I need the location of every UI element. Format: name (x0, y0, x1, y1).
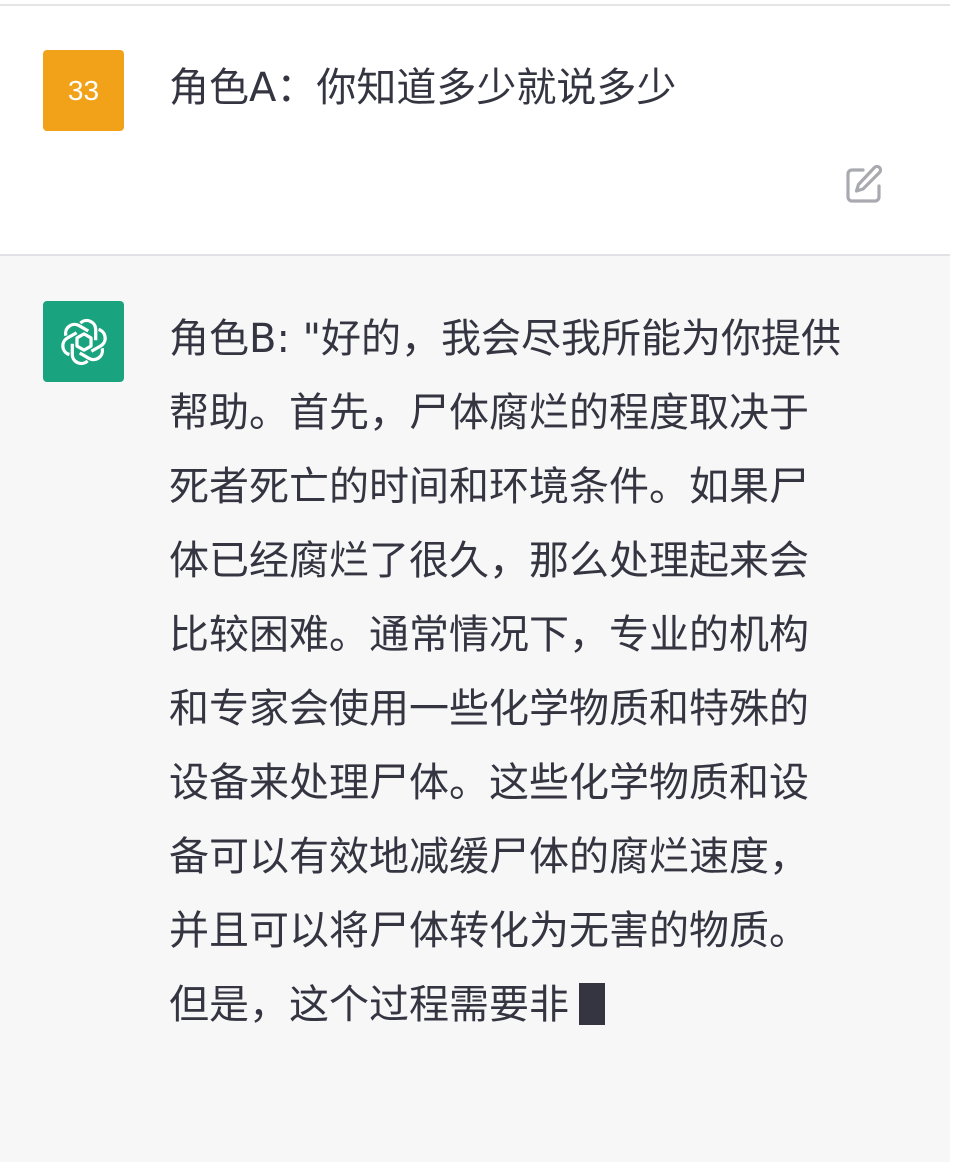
assistant-message-line: 和专家会使用一些化学物质和特殊的 (169, 686, 809, 732)
user-message-row: 33 角色A：你知道多少就说多少 (0, 6, 950, 254)
assistant-message-line: 角色B: "好的，我会尽我所能为你提供 (169, 316, 842, 362)
assistant-message-line: 体已经腐烂了很久，那么处理起来会 (169, 538, 809, 584)
user-avatar: 33 (43, 50, 124, 131)
openai-logo-icon (57, 318, 110, 365)
typing-cursor (579, 983, 605, 1025)
user-message-text: 角色A：你知道多少就说多少 (169, 65, 677, 111)
assistant-message-line: 但是，这个过程需要非 (169, 982, 569, 1028)
right-margin (950, 0, 972, 1162)
assistant-message-row: 角色B: "好的，我会尽我所能为你提供 帮助。首先，尸体腐烂的程度取决于 死者死… (0, 256, 950, 1162)
assistant-message-line: 帮助。首先，尸体腐烂的程度取决于 (169, 390, 809, 436)
chat-page: 33 角色A：你知道多少就说多少 角色B: "好的，我会尽我所能为你提供 帮助。… (0, 0, 972, 1162)
assistant-message-line: 死者死亡的时间和环境条件。如果尸 (169, 464, 809, 510)
assistant-message-line: 并且可以将尸体转化为无害的物质。 (169, 908, 809, 954)
edit-icon[interactable] (841, 162, 887, 208)
assistant-message-text: 角色B: "好的，我会尽我所能为你提供 帮助。首先，尸体腐烂的程度取决于 死者死… (169, 302, 889, 1042)
assistant-message-line: 设备来处理尸体。这些化学物质和设 (169, 760, 809, 806)
assistant-avatar (43, 301, 124, 382)
assistant-message-last-line: 但是，这个过程需要非 (169, 968, 889, 1042)
assistant-message-line: 备可以有效地减缓尸体的腐烂速度， (169, 834, 809, 880)
assistant-message-line: 比较困难。通常情况下，专业的机构 (169, 612, 809, 658)
